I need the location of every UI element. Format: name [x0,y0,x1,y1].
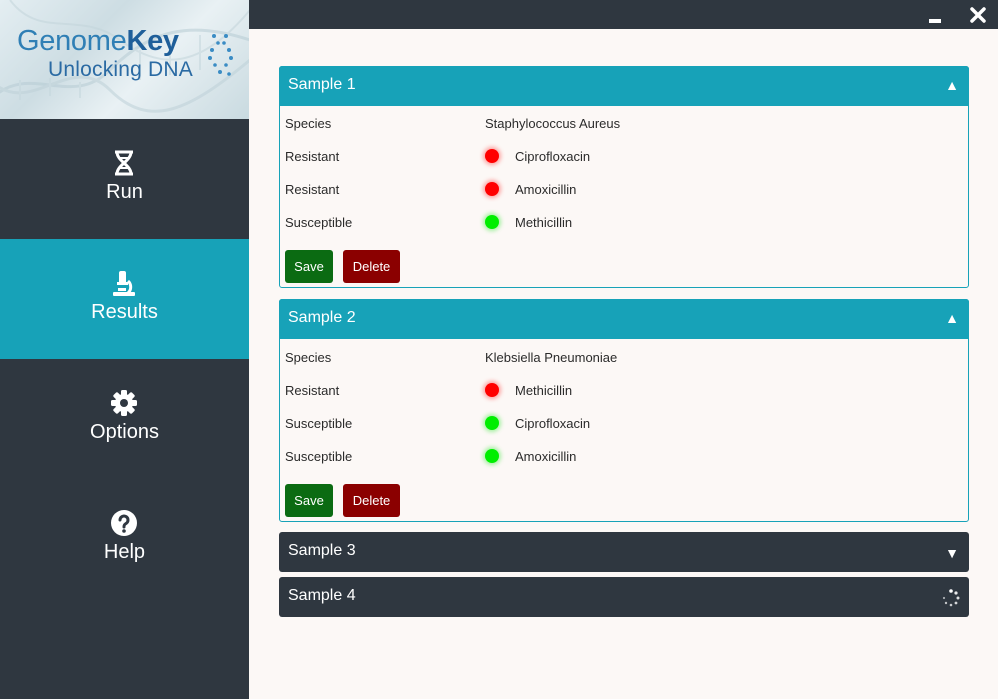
gear-icon [111,390,137,416]
sample-title: Sample 2 [288,309,356,326]
app-logo: GenomeKey Unlocking DNA [0,0,249,119]
result-row: Susceptible Amoxicillin [285,447,955,467]
dna-icon [115,150,133,176]
sample-panel-header[interactable]: Sample 1 ▲ [279,66,969,106]
species-row: Species Staphylococcus Aureus [285,114,955,134]
status-indicator [485,149,499,163]
status-indicator [485,449,499,463]
logo-title: GenomeKey [17,25,179,57]
status-indicator [485,416,499,430]
sample-panel[interactable]: Sample 4 [279,577,969,617]
result-row: Susceptible Ciprofloxacin [285,414,955,434]
status-indicator [485,215,499,229]
drug-name: Methicillin [515,215,573,230]
sample-title: Sample 3 [288,542,356,559]
status-indicator [485,182,499,196]
collapse-arrow-icon[interactable]: ▲ [945,310,959,326]
close-icon[interactable] [967,4,989,26]
drug-name: Amoxicillin [515,182,577,197]
nav-label-run: Run [106,181,143,203]
drug-name: Methicillin [515,383,573,398]
nav-item-options[interactable]: Options [0,359,249,479]
result-row: Susceptible Methicillin [285,213,955,233]
result-row: Resistant Methicillin [285,381,955,401]
sample-panel-header[interactable]: Sample 3 ▼ [279,532,969,572]
nav-label-help: Help [103,541,146,563]
nav-item-results[interactable]: Results [0,239,249,359]
species-value: Staphylococcus Aureus [485,116,621,131]
sample-panel: Sample 1 ▲ Species Staphylococcus Aureus… [279,66,969,288]
nav-label-results: Results [91,301,158,323]
species-row: Species Klebsiella Pneumoniae [285,348,955,368]
window-titlebar [249,0,998,29]
delete-button[interactable]: Delete [343,250,400,283]
logo-dna-dots-icon [208,34,233,76]
sample-panel-header[interactable]: Sample 2 ▲ [279,299,969,339]
result-status: Resistant [285,149,340,164]
minimize-icon[interactable] [924,4,946,26]
delete-button[interactable]: Delete [343,484,400,517]
result-status: Susceptible [285,215,353,230]
microscope-icon [113,271,135,296]
save-button[interactable]: Save [285,250,333,283]
drug-name: Ciprofloxacin [515,149,591,164]
result-status: Resistant [285,182,340,197]
drug-name: Ciprofloxacin [515,416,591,431]
logo-subtitle: Unlocking DNA [48,58,193,81]
question-circle-icon [111,510,137,536]
expand-arrow-icon[interactable]: ▼ [945,545,959,561]
nav-item-run[interactable]: Run [0,119,249,239]
species-label: Species [285,350,332,365]
sample-panel: Sample 2 ▲ Species Klebsiella Pneumoniae… [279,299,969,522]
spinner-icon [942,589,960,607]
result-status: Resistant [285,383,340,398]
nav-label-options: Options [90,421,159,443]
result-status: Susceptible [285,416,353,431]
results-view: Sample 1 ▲ Species Staphylococcus Aureus… [249,29,998,699]
result-status: Susceptible [285,449,353,464]
sample-title: Sample 4 [288,587,356,604]
sample-panel[interactable]: Sample 3 ▼ [279,532,969,572]
collapse-arrow-icon[interactable]: ▲ [945,77,959,93]
save-button[interactable]: Save [285,484,333,517]
nav-item-help[interactable]: Help [0,479,249,599]
result-row: Resistant Amoxicillin [285,180,955,200]
drug-name: Amoxicillin [515,449,577,464]
sidebar: GenomeKey Unlocking DNA Run Results Opti… [0,0,249,699]
sample-panel-header[interactable]: Sample 4 [279,577,969,617]
sample-title: Sample 1 [288,76,356,93]
species-label: Species [285,116,332,131]
species-value: Klebsiella Pneumoniae [485,350,618,365]
status-indicator [485,383,499,397]
result-row: Resistant Ciprofloxacin [285,147,955,167]
